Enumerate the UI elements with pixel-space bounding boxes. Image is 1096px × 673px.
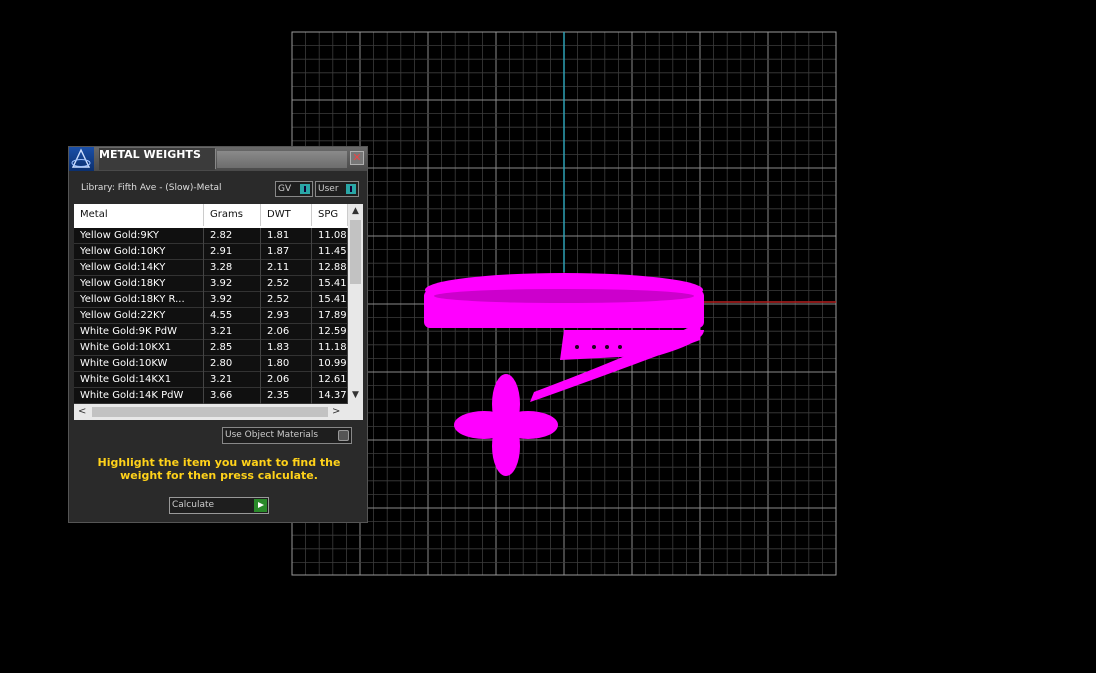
grams-cell: 2.85 — [204, 340, 261, 356]
table-rows: Yellow Gold:9KY 2.82 1.81 11.08 Yellow Gold… — [74, 228, 348, 404]
table-row[interactable]: White Gold:14KX1 3.21 2.06 12.61 — [74, 372, 348, 388]
metal-cell: Yellow Gold:18KY R... — [74, 292, 204, 308]
toggle-knob-icon — [346, 184, 356, 194]
spg-cell: 12.61 — [312, 372, 348, 388]
dwt-cell: 1.87 — [261, 244, 312, 260]
dwt-cell: 2.35 — [261, 388, 312, 404]
metal-cell: White Gold:14K PdW — [74, 388, 204, 404]
panel-titlebar[interactable]: METAL WEIGHTS ✕ — [69, 147, 367, 171]
panel-title: METAL WEIGHTS — [99, 148, 215, 170]
grams-cell: 3.92 — [204, 292, 261, 308]
dwt-cell: 2.93 — [261, 308, 312, 324]
calculate-label: Calculate — [172, 500, 215, 510]
table-row[interactable]: Yellow Gold:18KY 3.92 2.52 15.41 — [74, 276, 348, 292]
ring-groove — [434, 289, 694, 303]
library-label: Library: Fifth Ave - (Slow)-Metal — [81, 183, 222, 193]
scroll-right-icon[interactable]: > — [332, 404, 344, 420]
spg-cell: 15.41 — [312, 292, 348, 308]
scroll-down-icon[interactable]: ▼ — [348, 388, 363, 402]
user-toggle[interactable]: User — [315, 181, 359, 197]
close-icon[interactable]: ✕ — [350, 151, 364, 165]
user-toggle-label: User — [318, 184, 339, 194]
grams-cell: 3.21 — [204, 324, 261, 340]
metal-cell: Yellow Gold:14KY — [74, 260, 204, 276]
metal-table: Metal Grams DWT SPG Yellow Gold:9KY 2.82 1… — [74, 204, 363, 420]
vertical-scroll-thumb[interactable] — [350, 220, 361, 284]
grams-cell: 3.28 — [204, 260, 261, 276]
matrix-logo-icon — [69, 147, 94, 171]
metal-cell: White Gold:10KX1 — [74, 340, 204, 356]
metal-cell: Yellow Gold:10KY — [74, 244, 204, 260]
use-object-materials-label: Use Object Materials — [225, 430, 319, 440]
grams-cell: 3.66 — [204, 388, 261, 404]
table-row[interactable]: White Gold:9K PdW 3.21 2.06 12.59 — [74, 324, 348, 340]
scroll-up-icon[interactable]: ▲ — [348, 204, 363, 218]
column-header-dwt[interactable]: DWT — [261, 204, 312, 226]
table-row[interactable]: Yellow Gold:9KY 2.82 1.81 11.08 — [74, 228, 348, 244]
calculate-button[interactable]: Calculate — [169, 497, 269, 514]
table-row[interactable]: Yellow Gold:14KY 3.28 2.11 12.88 — [74, 260, 348, 276]
spg-cell: 15.41 — [312, 276, 348, 292]
spg-cell: 12.59 — [312, 324, 348, 340]
metal-cell: Yellow Gold:18KY — [74, 276, 204, 292]
spg-cell: 11.18 — [312, 340, 348, 356]
table-row[interactable]: White Gold:14K PdW 3.66 2.35 14.37 — [74, 388, 348, 404]
dwt-cell: 1.81 — [261, 228, 312, 244]
column-header-grams[interactable]: Grams — [204, 204, 261, 226]
metal-cell: Yellow Gold:9KY — [74, 228, 204, 244]
table-header: Metal Grams DWT SPG — [74, 204, 348, 226]
spg-cell: 11.08 — [312, 228, 348, 244]
title-fill — [217, 151, 347, 168]
grams-cell: 2.91 — [204, 244, 261, 260]
spg-cell: 17.89 — [312, 308, 348, 324]
dwt-cell: 1.83 — [261, 340, 312, 356]
horizontal-scroll-thumb[interactable] — [92, 407, 328, 417]
grams-cell: 3.21 — [204, 372, 261, 388]
table-row[interactable]: White Gold:10KX1 2.85 1.83 11.18 — [74, 340, 348, 356]
metal-cell: White Gold:10KW — [74, 356, 204, 372]
metal-cell: White Gold:9K PdW — [74, 324, 204, 340]
scroll-left-icon[interactable]: < — [78, 404, 90, 420]
grams-cell: 2.80 — [204, 356, 261, 372]
title-divider — [215, 149, 216, 169]
spg-cell: 10.99 — [312, 356, 348, 372]
spg-cell: 12.88 — [312, 260, 348, 276]
metal-weights-panel: METAL WEIGHTS ✕ Library: Fifth Ave - (Sl… — [68, 146, 368, 523]
radio-icon — [338, 430, 349, 441]
gv-toggle[interactable]: GV — [275, 181, 313, 197]
grams-cell: 2.82 — [204, 228, 261, 244]
metal-cell: White Gold:14KX1 — [74, 372, 204, 388]
instruction-text: Highlight the item you want to find the … — [97, 456, 341, 482]
spg-cell: 14.37 — [312, 388, 348, 404]
play-icon — [254, 499, 267, 512]
spg-cell: 11.45 — [312, 244, 348, 260]
dwt-cell: 2.06 — [261, 372, 312, 388]
gv-toggle-label: GV — [278, 184, 292, 194]
toggle-knob-icon — [300, 184, 310, 194]
column-header-spg[interactable]: SPG — [312, 204, 348, 226]
table-row[interactable]: Yellow Gold:10KY 2.91 1.87 11.45 — [74, 244, 348, 260]
metal-cell: Yellow Gold:22KY — [74, 308, 204, 324]
dwt-cell: 2.11 — [261, 260, 312, 276]
dwt-cell: 1.80 — [261, 356, 312, 372]
table-row[interactable]: Yellow Gold:22KY 4.55 2.93 17.89 — [74, 308, 348, 324]
dwt-cell: 2.52 — [261, 292, 312, 308]
grams-cell: 3.92 — [204, 276, 261, 292]
use-object-materials-toggle[interactable]: Use Object Materials — [222, 427, 352, 444]
horizontal-scrollbar[interactable]: < > — [74, 404, 363, 420]
vertical-scrollbar[interactable]: ▲ ▼ — [348, 204, 363, 404]
column-header-metal[interactable]: Metal — [74, 204, 204, 226]
table-row[interactable]: Yellow Gold:18KY R... 3.92 2.52 15.41 — [74, 292, 348, 308]
table-row[interactable]: White Gold:10KW 2.80 1.80 10.99 — [74, 356, 348, 372]
dwt-cell: 2.52 — [261, 276, 312, 292]
dwt-cell: 2.06 — [261, 324, 312, 340]
grams-cell: 4.55 — [204, 308, 261, 324]
